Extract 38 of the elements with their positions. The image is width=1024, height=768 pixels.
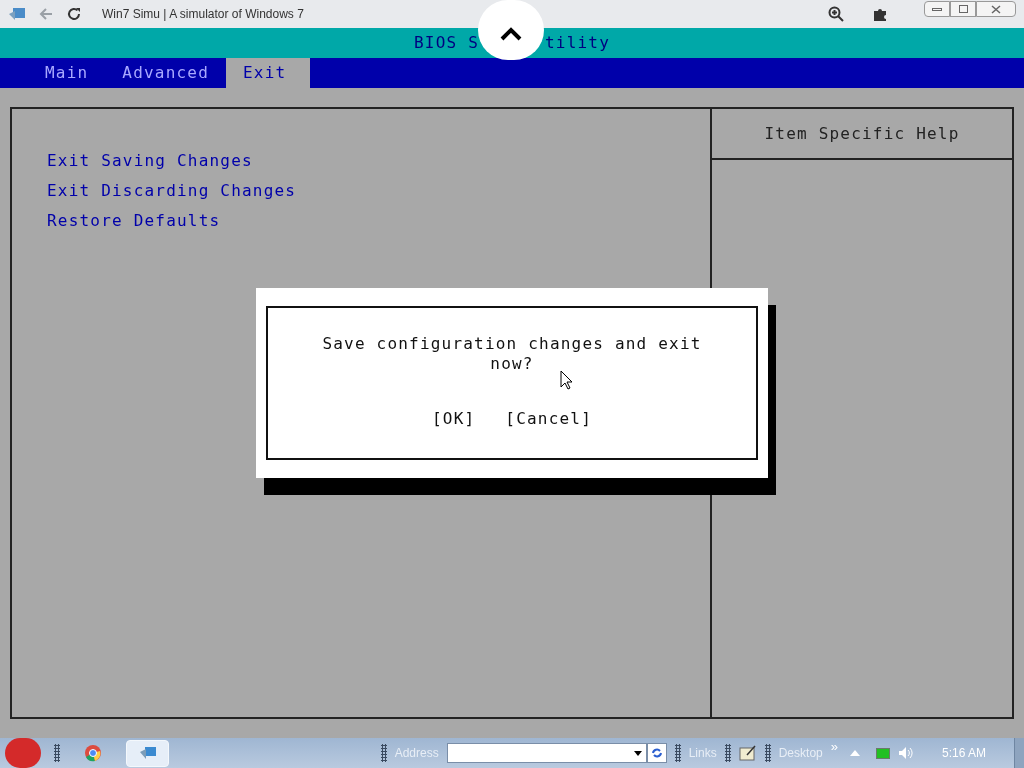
- address-label: Address: [394, 745, 439, 762]
- help-title: Item Specific Help: [764, 122, 960, 145]
- taskbar-app-button[interactable]: [126, 739, 169, 767]
- cursor-icon: [560, 370, 573, 390]
- refresh-button[interactable]: [646, 743, 667, 763]
- zoom-icon[interactable]: [828, 6, 844, 22]
- reload-icon[interactable]: [66, 6, 82, 22]
- grip-icon[interactable]: [380, 744, 387, 762]
- menu-tab[interactable]: Main: [28, 58, 106, 88]
- close-icon: [991, 4, 1001, 14]
- bios-title: BIOS S: [414, 32, 479, 54]
- address-field[interactable]: [446, 743, 647, 763]
- menu-item[interactable]: Exit Discarding Changes: [47, 179, 710, 202]
- menu-item[interactable]: Restore Defaults: [47, 209, 710, 232]
- grip-icon[interactable]: [724, 744, 731, 762]
- network-icon[interactable]: [875, 747, 890, 759]
- restore-button[interactable]: [950, 1, 976, 17]
- dialog-message: Save configuration changes and exit now?: [321, 334, 703, 374]
- puzzle-icon[interactable]: [872, 6, 888, 22]
- refresh-icon: [650, 747, 663, 759]
- menu-tab[interactable]: Exit: [226, 58, 311, 88]
- bios-title: tility: [545, 32, 610, 54]
- dialog-button[interactable]: [OK]: [432, 407, 476, 431]
- minimize-button[interactable]: [924, 1, 950, 17]
- close-button[interactable]: [976, 1, 1016, 17]
- notepad-icon[interactable]: [738, 745, 757, 761]
- grip-icon[interactable]: [674, 744, 681, 762]
- page-title: Win7 Simu | A simulator of Windows 7: [102, 6, 304, 23]
- dropdown-arrow-icon: [633, 750, 642, 756]
- menu-tab[interactable]: Advanced: [105, 58, 226, 88]
- app-icon: [8, 6, 26, 22]
- browser-icon[interactable]: [84, 744, 102, 762]
- app-icon: [138, 746, 157, 760]
- menu-item[interactable]: Exit Saving Changes: [47, 149, 710, 172]
- dialog-button[interactable]: [Cancel]: [505, 407, 592, 431]
- grip-icon[interactable]: [54, 744, 60, 762]
- grip-icon[interactable]: [764, 744, 771, 762]
- chevron-up-icon: [500, 27, 522, 41]
